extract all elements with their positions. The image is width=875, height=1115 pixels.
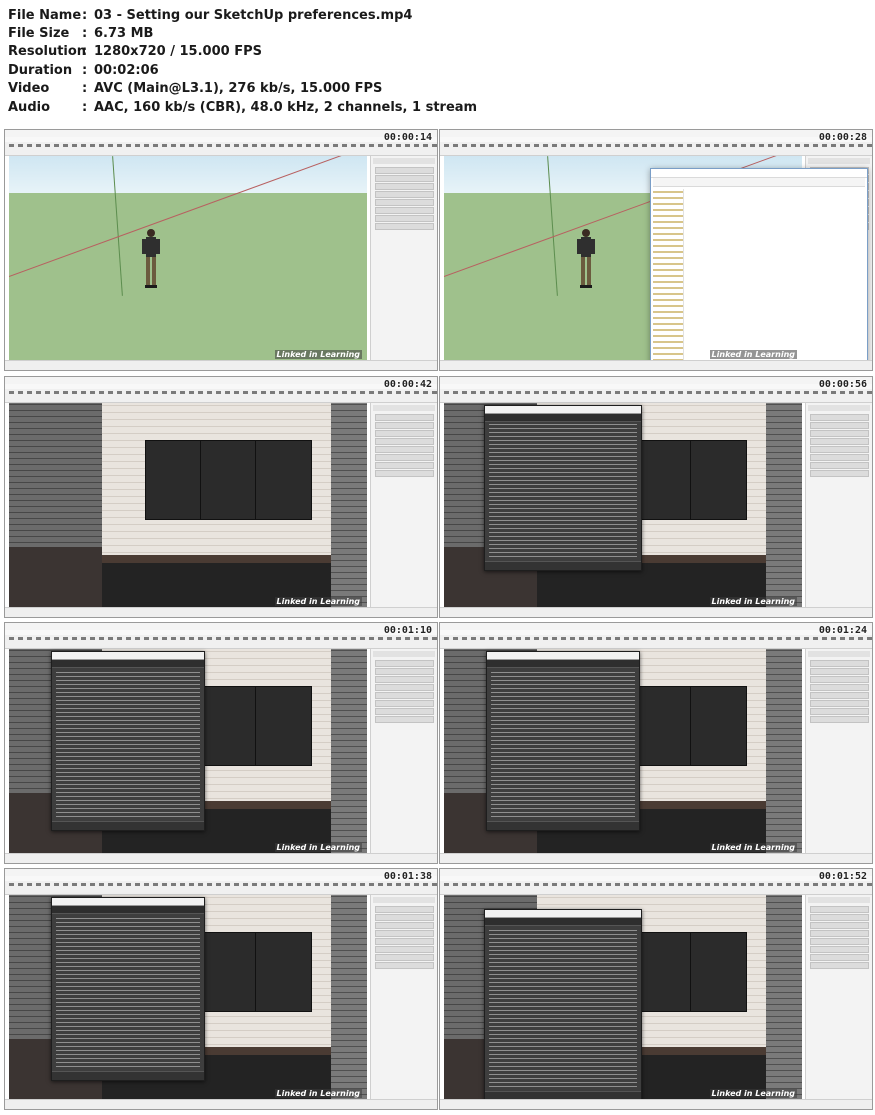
- info-row-resolution: Resolution : 1280x720 / 15.000 FPS: [8, 43, 868, 61]
- info-row-duration: Duration : 00:02:06: [8, 61, 868, 79]
- toolbar: [5, 142, 437, 156]
- file-list-dialog[interactable]: [486, 651, 640, 831]
- person-figure-icon: [577, 229, 595, 288]
- watermark-label: Linked in Learning: [709, 350, 797, 359]
- file-list-dialog[interactable]: [51, 897, 205, 1081]
- toolbar: [5, 881, 437, 895]
- default-tray: [805, 895, 872, 1100]
- default-tray: [805, 403, 872, 608]
- thumbnail-frame-8[interactable]: Linked in Learning 00:01:52: [439, 868, 873, 1110]
- file-list-dialog[interactable]: [51, 651, 205, 831]
- default-tray: [805, 649, 872, 854]
- info-value: 00:02:06: [94, 62, 159, 78]
- info-value: AVC (Main@L3.1), 276 kb/s, 15.000 FPS: [94, 81, 383, 97]
- viewport: [9, 403, 367, 608]
- info-colon: :: [82, 44, 88, 60]
- timestamp: 00:00:28: [818, 132, 867, 143]
- ground-plane: [9, 192, 367, 361]
- thumbnail-frame-7[interactable]: Linked in Learning 00:01:38: [4, 868, 438, 1110]
- status-bar: [5, 607, 437, 617]
- watermark-label: Linked in Learning: [274, 843, 362, 852]
- status-bar: [440, 360, 872, 370]
- file-rows[interactable]: [491, 670, 635, 820]
- info-colon: :: [82, 26, 88, 42]
- info-key: Video: [8, 81, 50, 97]
- timestamp: 00:00:56: [818, 379, 867, 390]
- watermark-label: Linked in Learning: [274, 1089, 362, 1098]
- watermark-label: Linked in Learning: [709, 597, 797, 606]
- file-rows[interactable]: [489, 424, 637, 560]
- file-rows[interactable]: [489, 928, 637, 1090]
- info-key: Duration: [8, 62, 73, 78]
- file-info-panel: File Name : 03 - Setting our SketchUp pr…: [8, 6, 868, 116]
- file-explorer-window[interactable]: [650, 168, 868, 370]
- folder-tree[interactable]: [653, 189, 684, 365]
- info-colon: :: [82, 62, 88, 78]
- toolbar: [440, 142, 872, 156]
- watermark-label: Linked in Learning: [709, 843, 797, 852]
- info-row-video: Video : AVC (Main@L3.1), 276 kb/s, 15.00…: [8, 80, 868, 98]
- info-value: 1280x720 / 15.000 FPS: [94, 44, 262, 60]
- info-row-file-name: File Name : 03 - Setting our SketchUp pr…: [8, 6, 868, 24]
- info-colon: :: [82, 81, 88, 97]
- thumbnail-frame-2[interactable]: Linked in Learning 00:00:28: [439, 129, 873, 371]
- thumbnail-frame-4[interactable]: Linked in Learning 00:00:56: [439, 376, 873, 618]
- person-figure-icon: [142, 229, 160, 288]
- info-key: Audio: [8, 99, 51, 115]
- toolbar: [440, 881, 872, 895]
- file-list-pane[interactable]: [687, 189, 863, 365]
- info-value: AAC, 160 kb/s (CBR), 48.0 kHz, 2 channel…: [94, 99, 478, 115]
- toolbar: [440, 635, 872, 649]
- sky: [9, 156, 367, 193]
- timestamp: 00:00:14: [383, 132, 432, 143]
- timestamp: 00:01:38: [383, 871, 432, 882]
- toolbar: [440, 389, 872, 403]
- floor: [9, 546, 103, 608]
- toolbar: [5, 389, 437, 403]
- file-list-dialog[interactable]: [484, 405, 642, 571]
- info-key: File Name: [8, 7, 82, 23]
- viewport: [9, 156, 367, 361]
- default-tray: [370, 649, 437, 854]
- watermark-label: Linked in Learning: [274, 597, 362, 606]
- timestamp: 00:01:24: [818, 625, 867, 636]
- watermark-label: Linked in Learning: [274, 350, 362, 359]
- upper-cabinets: [145, 439, 312, 520]
- info-value: 6.73 MB: [94, 26, 154, 42]
- timestamp: 00:01:52: [818, 871, 867, 882]
- info-value: 03 - Setting our SketchUp preferences.mp…: [94, 7, 413, 23]
- info-key: File Size: [8, 26, 70, 42]
- default-tray: [370, 895, 437, 1100]
- thumbnail-frame-1[interactable]: Linked in Learning 00:00:14: [4, 129, 438, 371]
- info-row-file-size: File Size : 6.73 MB: [8, 24, 868, 42]
- file-list-dialog[interactable]: [484, 909, 642, 1101]
- thumbnail-frame-5[interactable]: Linked in Learning 00:01:10: [4, 622, 438, 864]
- thumbnail-frame-3[interactable]: Linked in Learning 00:00:42: [4, 376, 438, 618]
- info-row-audio: Audio : AAC, 160 kb/s (CBR), 48.0 kHz, 2…: [8, 98, 868, 116]
- info-colon: :: [82, 99, 88, 115]
- watermark-label: Linked in Learning: [709, 1089, 797, 1098]
- status-bar: [5, 360, 437, 370]
- info-colon: :: [82, 7, 88, 23]
- status-bar: [440, 607, 872, 617]
- thumbnail-frame-6[interactable]: Linked in Learning 00:01:24: [439, 622, 873, 864]
- countertop: [102, 554, 332, 563]
- brick-wall-right: [331, 403, 367, 608]
- timestamp: 00:01:10: [383, 625, 432, 636]
- toolbar: [5, 635, 437, 649]
- timestamp: 00:00:42: [383, 379, 432, 390]
- default-tray: [370, 156, 437, 361]
- info-key: Resolution: [8, 44, 87, 60]
- file-rows[interactable]: [56, 670, 200, 820]
- default-tray: [370, 403, 437, 608]
- file-rows[interactable]: [56, 916, 200, 1070]
